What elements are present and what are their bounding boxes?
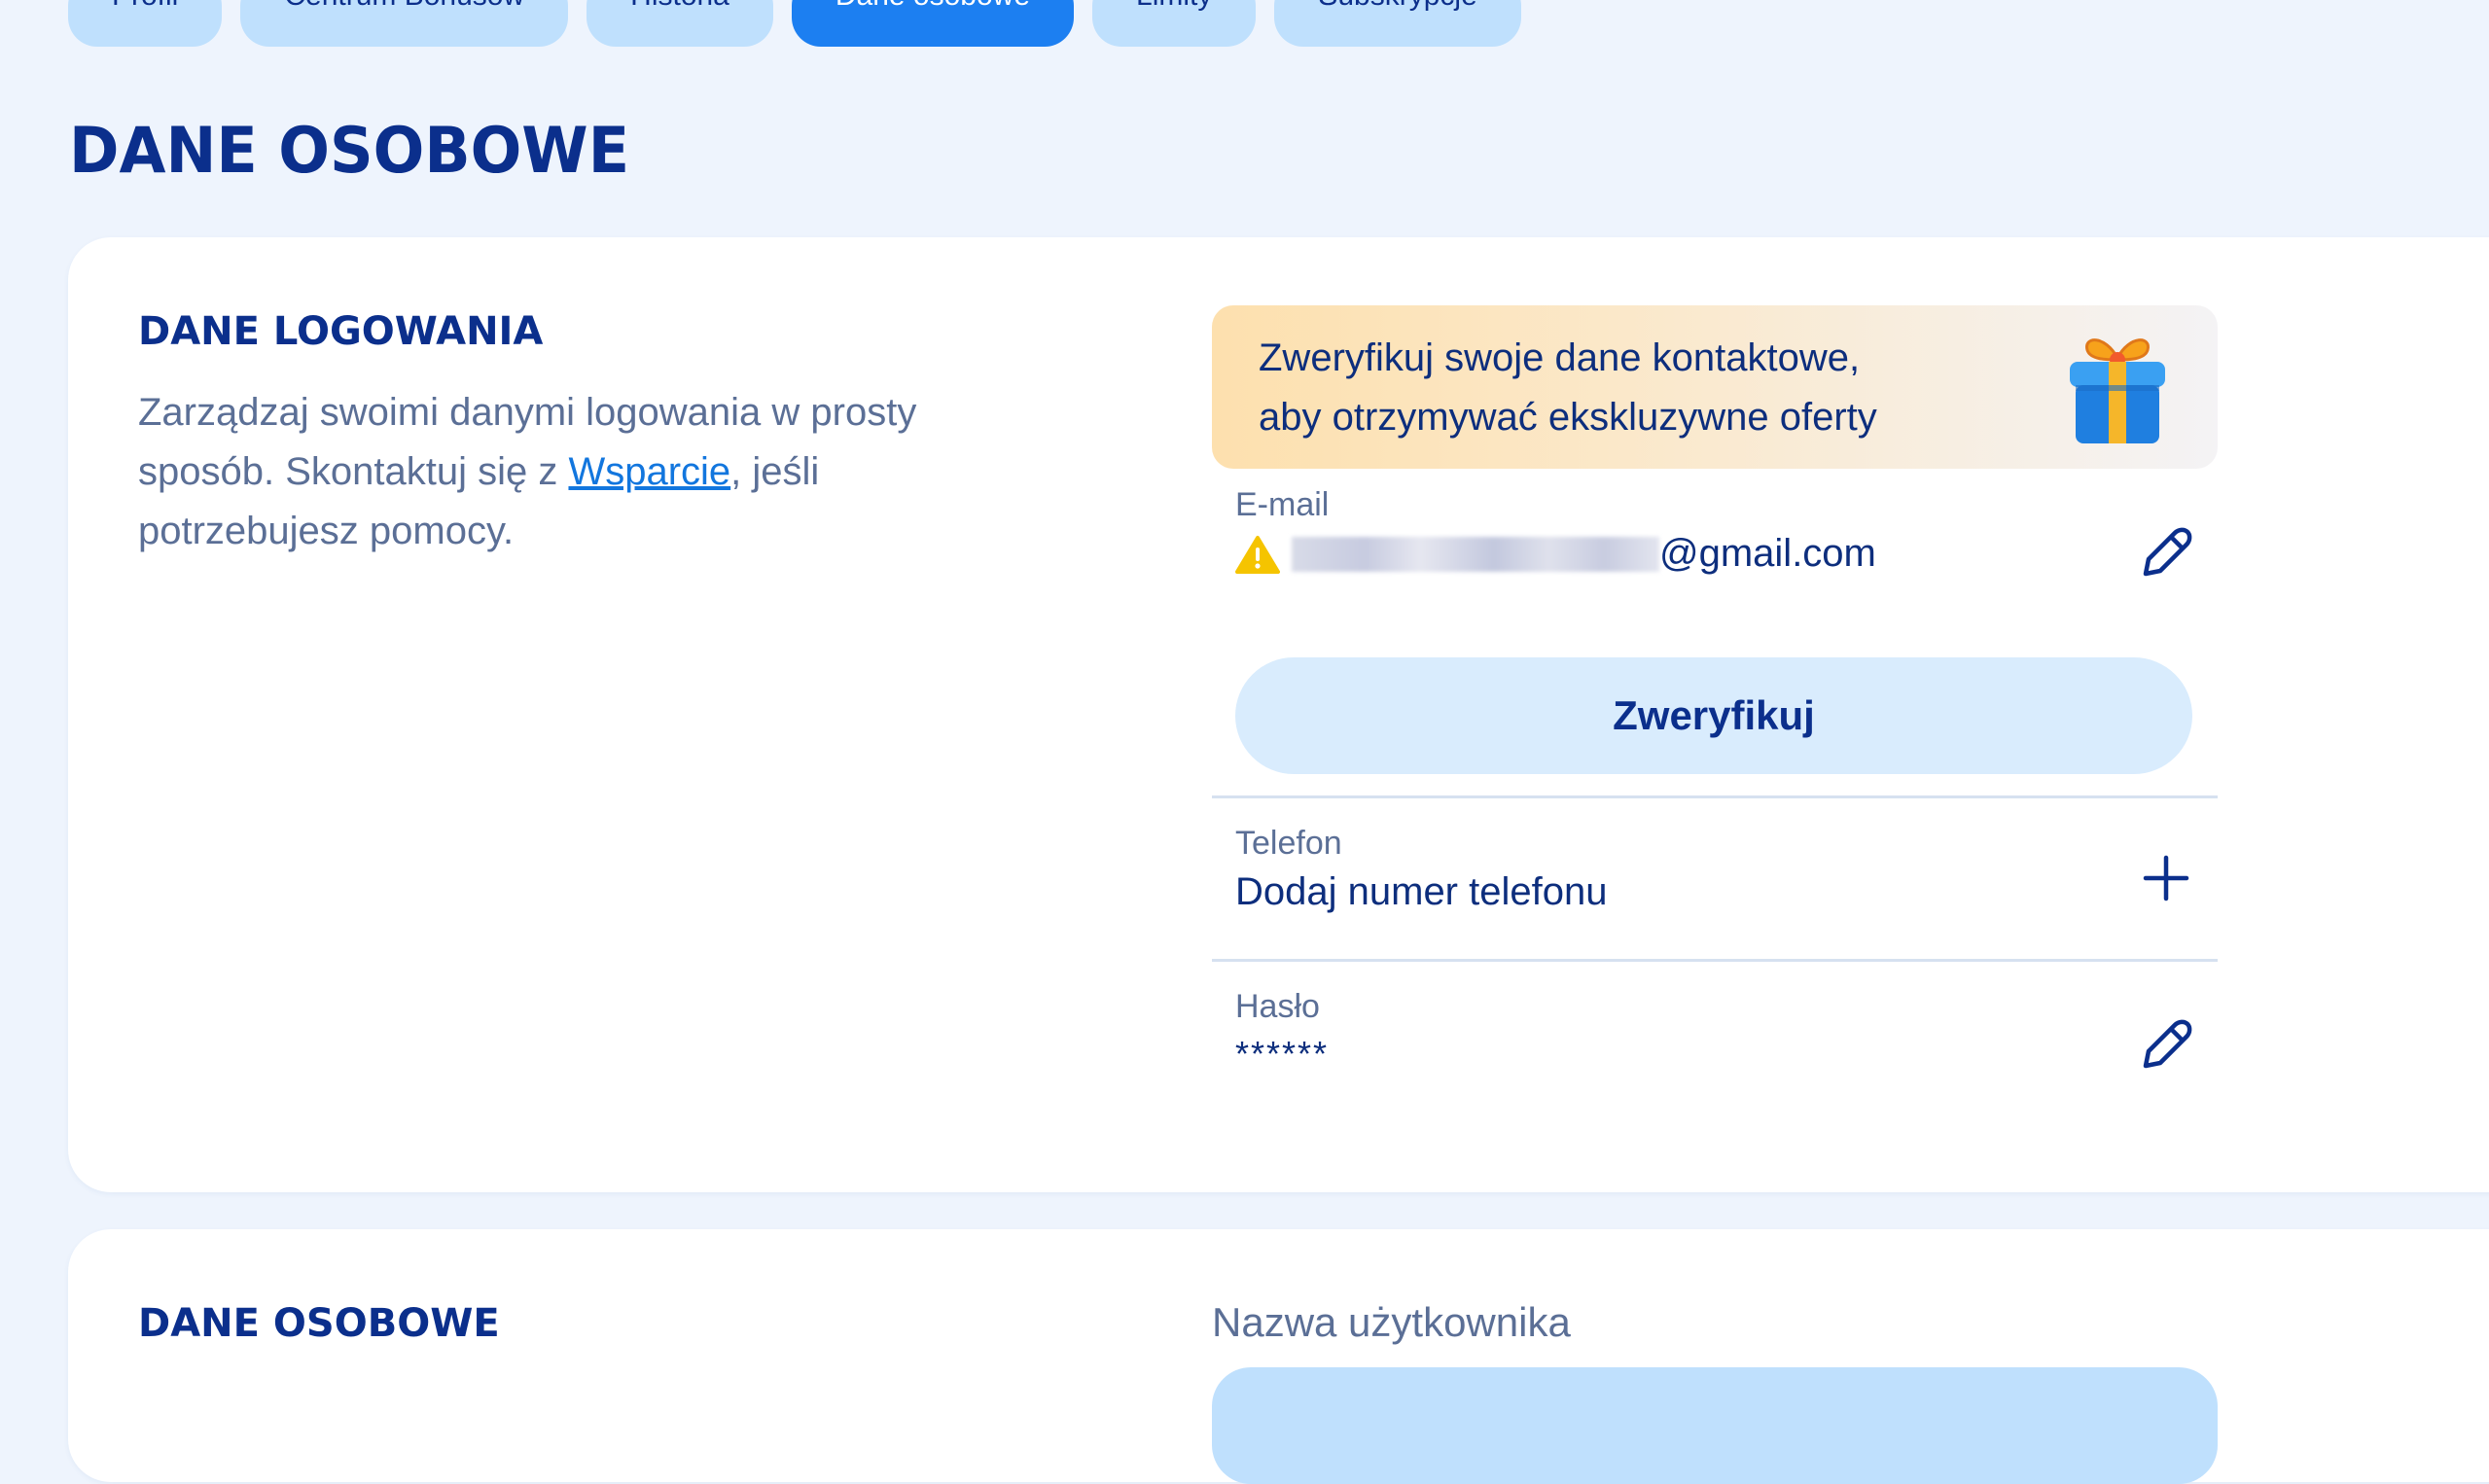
tab-label: Centrum Bonusów [284,0,524,31]
banner-text: Zweryfikuj swoje dane kontaktowe, aby ot… [1259,329,2056,447]
email-field: E-mail @gmail.com [1235,486,1876,576]
banner-line: Zweryfikuj swoje dane kontaktowe, [1259,336,1861,379]
profile-tabs: Profil Centrum Bonusów Historia Dane oso… [68,0,1521,47]
add-phone-text[interactable]: Dodaj numer telefonu [1235,870,1607,914]
plus-icon[interactable] [2132,844,2200,912]
email-domain: @gmail.com [1659,532,1876,575]
tab-dane-osobowe[interactable]: Dane osobowe [791,0,1075,47]
section-title-personal: DANE OSOBOWE [138,1301,500,1346]
divider [1212,795,2218,798]
tab-label: Dane osobowe [836,0,1030,31]
email-value: @gmail.com [1235,532,1876,576]
tab-label: Subskrypcje [1318,0,1476,31]
divider [1212,959,2218,962]
personal-data-card: DANE OSOBOWE Nazwa użytkownika [68,1229,2489,1484]
tab-limity[interactable]: Limity [1092,0,1257,47]
field-label: Telefon [1235,825,1342,862]
verify-promo-banner: Zweryfikuj swoje dane kontaktowe, aby ot… [1212,305,2218,469]
tab-label: Profil [112,0,178,31]
banner-line: aby otrzymywać ekskluzywne oferty [1259,396,1877,439]
tab-label: Limity [1136,0,1212,31]
warning-icon [1235,535,1280,574]
field-label: E-mail [1235,486,1330,523]
login-data-card: DANE LOGOWANIA Zarządzaj swoimi danymi l… [68,237,2489,1192]
tab-centrum-bonusow[interactable]: Centrum Bonusów [240,0,569,47]
support-link[interactable]: Wsparcie [568,450,730,493]
page-title: DANE OSOBOWE [69,113,630,188]
phone-field: Telefon Dodaj numer telefonu [1235,825,1607,914]
pencil-icon[interactable] [2132,1011,2200,1079]
username-label: Nazwa użytkownika [1212,1299,1571,1345]
tab-historia[interactable]: Historia [587,0,773,47]
masked-email-local-part [1292,536,1659,572]
tab-label: Historia [630,0,729,31]
login-description: Zarządzaj swoimi danymi logowania w pros… [138,383,1033,561]
pencil-icon[interactable] [2132,519,2200,587]
tab-profil[interactable]: Profil [68,0,223,47]
password-field: Hasło ****** [1235,988,1329,1075]
username-input[interactable] [1212,1367,2218,1484]
password-value: ****** [1235,1034,1330,1074]
field-label: Hasło [1235,988,1320,1025]
verify-button[interactable]: Zweryfikuj [1235,657,2192,774]
section-title-login: DANE LOGOWANIA [138,309,544,354]
tab-subskrypcje[interactable]: Subskrypcje [1274,0,1521,47]
gift-icon [2070,338,2165,443]
